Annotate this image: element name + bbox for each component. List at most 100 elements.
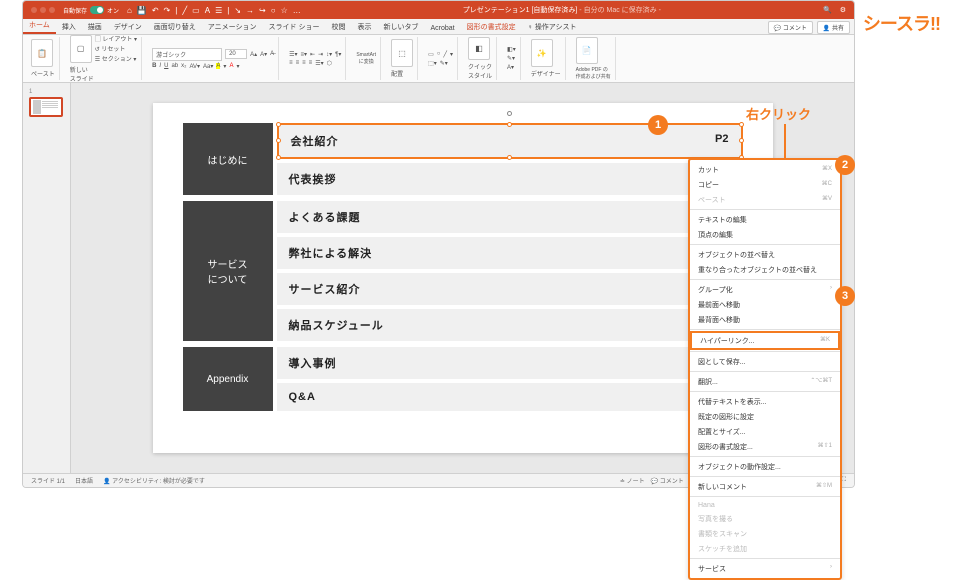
ctx-translate[interactable]: 翻訳...⌃⌥⌘T: [690, 374, 840, 389]
clear-format-icon[interactable]: A̶: [270, 51, 274, 57]
toc-item[interactable]: 納品スケジュールP9: [277, 309, 743, 341]
paste-button[interactable]: 📋: [31, 39, 53, 67]
strike-button[interactable]: ab: [171, 63, 178, 69]
a11y-indicator[interactable]: 👤 アクセシビリティ: 検討が必要です: [103, 476, 205, 485]
section-button[interactable]: ☰ セクション ▾: [95, 54, 137, 63]
bullets-icon[interactable]: ☰▾: [289, 51, 297, 58]
home-icon[interactable]: ⌂: [127, 6, 132, 15]
comments-button[interactable]: 💬 コメント: [651, 476, 684, 485]
ctx-new-comment[interactable]: 新しいコメント⌘⇧M: [690, 479, 840, 494]
bold-button[interactable]: B: [152, 63, 156, 69]
toc-item[interactable]: 導入事例P10: [277, 347, 743, 379]
smartart-button[interactable]: ⬡: [327, 60, 332, 67]
ctx-size-pos[interactable]: 配置とサイズ...: [690, 424, 840, 439]
ctx-back[interactable]: 最背面へ移動: [690, 312, 840, 327]
shadow-button[interactable]: x₂: [181, 63, 186, 69]
undo-icon[interactable]: ↶: [152, 6, 159, 15]
ctx-group[interactable]: グループ化›: [690, 282, 840, 297]
ctx-copy[interactable]: コピー⌘C: [690, 177, 840, 192]
increase-font-icon[interactable]: A▴: [250, 51, 257, 58]
tab-shape-format[interactable]: 図形の書式設定: [461, 20, 522, 34]
tab-review[interactable]: 校閲: [325, 20, 351, 34]
tab-home[interactable]: ホーム: [23, 18, 56, 34]
comment-button[interactable]: 💬 コメント: [768, 21, 813, 34]
ctx-action-settings[interactable]: オブジェクトの動作設定...: [690, 459, 840, 474]
ctx-reorder-overlap[interactable]: 重なり合ったオブジェクトの並べ替え: [690, 262, 840, 277]
oval-icon[interactable]: ○: [271, 6, 276, 15]
arrow-icon[interactable]: ↘: [234, 6, 241, 15]
align-icon[interactable]: ☰: [215, 6, 222, 15]
ctx-format-shape[interactable]: 図形の書式設定...⌘⇧1: [690, 439, 840, 454]
resize-handle[interactable]: [739, 122, 744, 127]
toc-item[interactable]: サービス紹介P7: [277, 273, 743, 305]
acrobat-pdf-button[interactable]: 📄: [576, 37, 598, 64]
tab-slideshow[interactable]: スライド ショー: [263, 20, 326, 34]
ctx-front[interactable]: 最前面へ移動: [690, 297, 840, 312]
ctx-services[interactable]: サービス›: [690, 561, 840, 576]
language-indicator[interactable]: 日本語: [75, 476, 93, 485]
layout-button[interactable]: ▢ レイアウト ▾: [95, 34, 137, 43]
font-selector[interactable]: 游ゴシック: [152, 48, 222, 61]
ctx-reorder[interactable]: オブジェクトの並べ替え: [690, 247, 840, 262]
conn-icon[interactable]: ↪: [259, 6, 266, 15]
search-icon[interactable]: 🔍: [823, 6, 832, 14]
quick-access-toolbar[interactable]: ⌂ 💾 ↶ ↷ | ╱ ▭ A ☰ | ↘ → ↪ ○ ☆ …: [127, 6, 301, 15]
fit-icon[interactable]: ⛶: [842, 477, 846, 484]
toc-item[interactable]: Q&AP12: [277, 383, 743, 411]
tab-insert[interactable]: 挿入: [56, 20, 82, 34]
tab-acrobat[interactable]: Acrobat: [424, 23, 460, 34]
tab-view[interactable]: 表示: [351, 20, 377, 34]
resize-handle[interactable]: [276, 138, 281, 143]
rect-icon[interactable]: ▭: [192, 6, 200, 15]
toc-item[interactable]: 弊社による解決P5: [277, 237, 743, 269]
shape-gallery[interactable]: ▭: [428, 51, 434, 58]
designer-button[interactable]: ✨: [531, 39, 553, 67]
decrease-font-icon[interactable]: A▾: [260, 51, 267, 58]
quick-style-button[interactable]: ◧: [468, 37, 490, 60]
new-slide-button[interactable]: ▢: [70, 35, 92, 63]
ctx-hyperlink[interactable]: ハイパーリンク...⌘K: [690, 331, 840, 350]
arrow2-icon[interactable]: →: [246, 6, 254, 15]
italic-button[interactable]: I: [159, 63, 161, 69]
slide-thumb-1[interactable]: [29, 97, 63, 117]
tab-animations[interactable]: アニメーション: [202, 20, 263, 34]
underline-button[interactable]: U: [164, 63, 168, 69]
toc-item-selected[interactable]: 会社紹介P2: [277, 123, 743, 159]
toc-item[interactable]: 代表挨拶P3: [277, 163, 743, 195]
tab-draw[interactable]: 描画: [82, 20, 108, 34]
save-icon[interactable]: 💾: [137, 6, 147, 15]
ctx-edit-text[interactable]: テキストの編集: [690, 212, 840, 227]
text-icon[interactable]: A: [205, 6, 210, 15]
redo-icon[interactable]: ↷: [164, 6, 171, 15]
ctx-edit-points[interactable]: 頂点の編集: [690, 227, 840, 242]
share-button[interactable]: 👤 共有: [817, 21, 850, 34]
ctx-save-as-pic[interactable]: 図として保存...: [690, 354, 840, 369]
resize-handle[interactable]: [507, 155, 512, 160]
font-size-selector[interactable]: 20: [225, 49, 247, 59]
ctx-cut[interactable]: カット⌘X: [690, 162, 840, 177]
resize-handle[interactable]: [739, 138, 744, 143]
rotate-handle-icon[interactable]: [507, 111, 512, 116]
window-controls[interactable]: [31, 7, 55, 13]
toggle-icon[interactable]: [90, 6, 104, 14]
reset-button[interactable]: ↺ リセット: [95, 44, 137, 53]
ctx-scan-doc: 書類をスキャン: [690, 526, 840, 541]
tab-tellme[interactable]: ♀ 操作アシスト: [522, 20, 583, 34]
resize-handle[interactable]: [276, 155, 281, 160]
tab-newtab[interactable]: 新しいタブ: [377, 20, 424, 34]
autosave-toggle[interactable]: 自動保存 オン: [63, 6, 119, 15]
numbering-icon[interactable]: ≡▾: [301, 51, 308, 58]
ctx-set-default[interactable]: 既定の図形に設定: [690, 409, 840, 424]
tab-transitions[interactable]: 画面切り替え: [148, 20, 202, 34]
resize-handle[interactable]: [507, 122, 512, 127]
settings-icon[interactable]: ⚙: [840, 6, 846, 14]
slide-thumbnails[interactable]: 1: [23, 83, 71, 473]
star-icon[interactable]: ☆: [281, 6, 288, 15]
line-icon[interactable]: ╱: [182, 6, 187, 15]
arrange-button[interactable]: ⬚: [391, 39, 413, 67]
notes-button[interactable]: ≐ ノート: [620, 476, 645, 485]
toc-item[interactable]: よくある課題P4: [277, 201, 743, 233]
ctx-alt-text[interactable]: 代替テキストを表示...: [690, 394, 840, 409]
tab-design[interactable]: デザイン: [108, 20, 148, 34]
resize-handle[interactable]: [276, 122, 281, 127]
